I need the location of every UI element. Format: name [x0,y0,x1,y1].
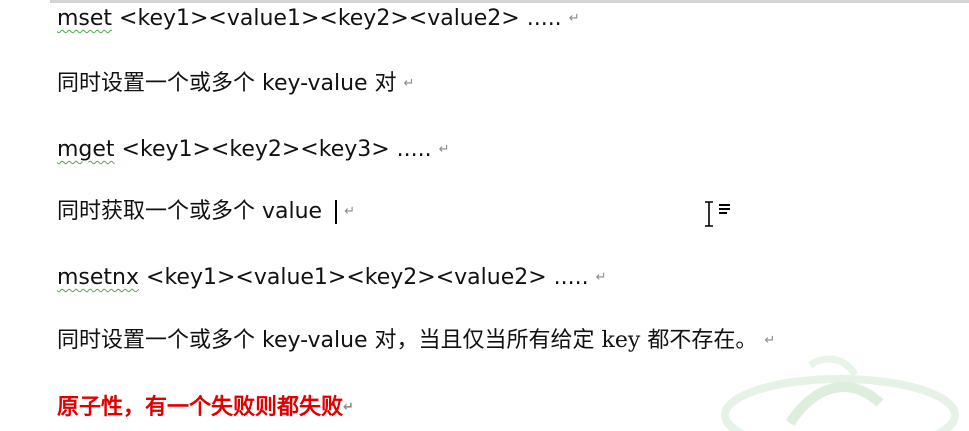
msetnx-syntax: <key1><value1><key2><value2> ..... [139,265,589,290]
paragraph-mark-icon: ↵ [438,142,450,157]
mget-description-text: 同时获取一个或多个 value [57,199,330,224]
atomicity-note-text: 原子性，有一个失败则都失败 [57,395,344,420]
msetnx-description: 同时设置一个或多个 key-value 对，当且仅当所有给定 key 都不存在。… [57,326,775,356]
msetnx-command: msetnx [57,265,140,290]
mget-command: mget [57,137,115,162]
mset-line: mset <key1><value1><key2><value2> ..... … [57,4,580,34]
text-caret [335,200,338,224]
i-beam-cursor-icon [705,201,730,227]
paragraph-mark-icon: ↵ [344,204,355,219]
mset-syntax: <key1><value1><key2><value2> ..... [112,6,562,31]
mset-description-text: 同时设置一个或多个 key-value 对 [57,71,404,96]
top-border [50,0,969,3]
atomicity-note: 原子性，有一个失败则都失败↵ [57,393,354,423]
paragraph-mark-icon: ↵ [568,11,580,26]
mget-description: 同时获取一个或多个 value ↵ [57,197,355,227]
paragraph-mark-icon: ↵ [343,400,354,415]
watermark-icon [721,355,959,431]
mget-line: mget <key1><key2><key3> ..... ↵ [57,135,450,165]
msetnx-description-key: key [601,328,641,353]
mset-command: mset [57,6,113,31]
mget-syntax: <key1><key2><key3> ..... [114,137,432,162]
document-page: mset <key1><value1><key2><value2> ..... … [0,0,969,431]
paragraph-mark-icon: ↵ [403,76,415,91]
msetnx-line: msetnx <key1><value1><key2><value2> ....… [57,263,607,293]
msetnx-description-text: 同时设置一个或多个 key-value 对，当且仅当所有给定 [57,328,602,353]
paragraph-mark-icon: ↵ [595,270,607,285]
mset-description: 同时设置一个或多个 key-value 对 ↵ [57,69,414,99]
